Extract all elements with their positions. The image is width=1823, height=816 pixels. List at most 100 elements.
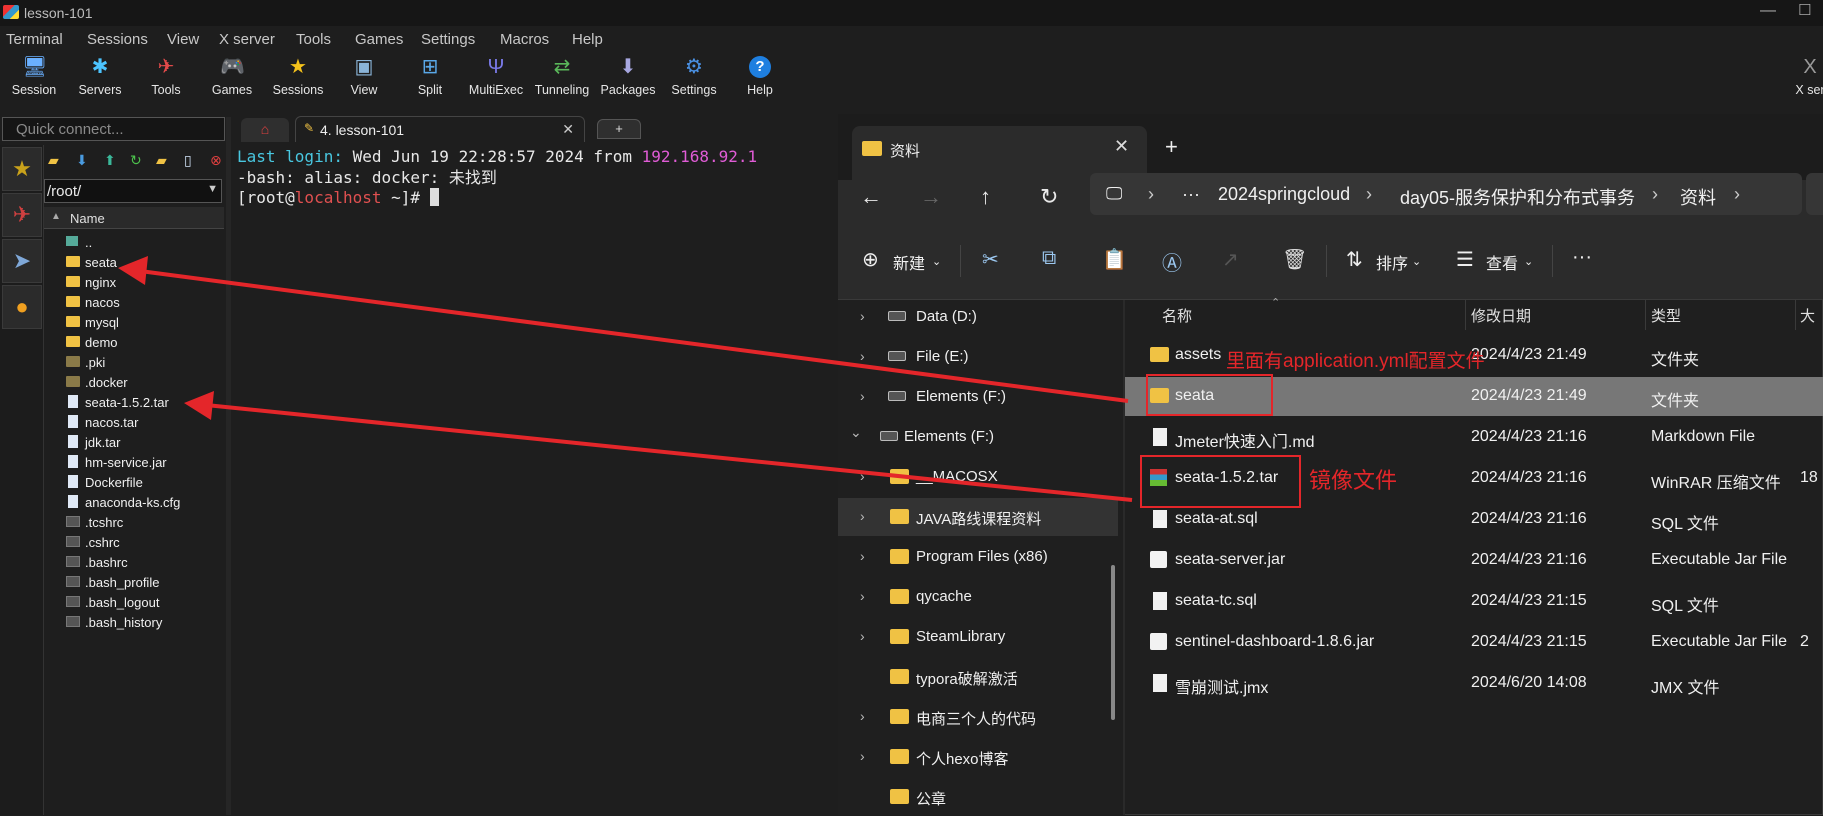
nav-item-elements-f[interactable]: › Elements (F:) xyxy=(838,378,1118,416)
address-bar[interactable]: 🖵 › ··· 2024springcloud › day05-服务保护和分布式… xyxy=(1090,173,1802,215)
menu-help[interactable]: Help xyxy=(572,31,603,48)
nav-item-macosx[interactable]: › __MACOSX xyxy=(838,458,1118,496)
new-file-icon[interactable]: ▯ xyxy=(184,152,192,169)
sftp-file-row[interactable]: .tcshrc xyxy=(44,512,226,532)
toolbar-settings-button[interactable]: ⚙ Settings xyxy=(662,52,726,106)
breadcrumb-2024springcloud[interactable]: 2024springcloud xyxy=(1218,184,1350,205)
delete-icon[interactable]: ⊗ xyxy=(210,152,222,169)
new-tab-button[interactable]: + xyxy=(597,119,641,139)
macros-rail-icon[interactable]: ● xyxy=(2,285,42,329)
nav-item-ecommerce-code[interactable]: › 电商三个人的代码 xyxy=(838,698,1118,736)
chevron-right-icon[interactable]: › xyxy=(860,468,865,484)
menu-games[interactable]: Games xyxy=(355,31,403,48)
menu-view[interactable]: View xyxy=(167,31,199,48)
toolbar-tunneling-button[interactable]: ⇄ Tunneling xyxy=(530,52,594,106)
column-divider[interactable] xyxy=(1465,300,1466,330)
forward-arrow-icon[interactable]: → xyxy=(920,184,942,210)
breadcrumb-day05[interactable]: day05-服务保护和分布式事务 xyxy=(1400,184,1635,210)
nav-item-hexo-blog[interactable]: › 个人hexo博客 xyxy=(838,738,1118,776)
folder-up-icon[interactable]: ▰ xyxy=(48,152,59,169)
explorer-new-tab-button[interactable]: + xyxy=(1165,134,1178,160)
nav-item-seal[interactable]: 公章 xyxy=(838,778,1118,816)
chevron-right-icon[interactable]: › xyxy=(860,708,865,724)
chevron-right-icon[interactable]: › xyxy=(860,508,865,524)
sftp-file-row[interactable]: .bash_logout xyxy=(44,592,226,612)
toolbar-help-button[interactable]: ? Help xyxy=(728,52,792,106)
nav-item-elements-f-expanded[interactable]: ⌄ Elements (F:) xyxy=(838,418,1118,456)
sftp-file-row[interactable]: .. xyxy=(44,232,226,252)
sftp-file-row[interactable]: demo xyxy=(44,332,226,352)
nav-item-qycache[interactable]: › qycache xyxy=(838,578,1118,616)
share-icon[interactable]: ↗ xyxy=(1222,247,1239,272)
chevron-right-icon[interactable]: › xyxy=(860,548,865,564)
sftp-file-row[interactable]: .docker xyxy=(44,372,226,392)
close-tab-icon[interactable]: ✕ xyxy=(562,121,574,138)
download-icon[interactable]: ⬇ xyxy=(76,152,88,169)
file-row-seata-tc-sql[interactable]: seata-tc.sql 2024/4/23 21:15 SQL 文件 xyxy=(1125,582,1823,621)
column-divider[interactable] xyxy=(1645,300,1646,330)
menu-terminal[interactable]: Terminal xyxy=(6,31,63,48)
toolbar-games-button[interactable]: 🎮 Games xyxy=(200,52,264,106)
column-date[interactable]: 修改日期 xyxy=(1471,305,1531,326)
explorer-tab[interactable]: 资料 ✕ xyxy=(852,126,1147,180)
menu-x-server[interactable]: X server xyxy=(219,31,275,48)
chevron-right-icon[interactable]: › xyxy=(860,748,865,764)
tab-lesson-101[interactable]: ✎ 4. lesson-101 ✕ xyxy=(295,116,585,142)
pane-splitter[interactable] xyxy=(226,117,231,815)
sftp-file-row[interactable]: nacos xyxy=(44,292,226,312)
sftp-file-row[interactable]: seata-1.5.2.tar xyxy=(44,392,226,412)
sftp-file-row[interactable]: jdk.tar xyxy=(44,432,226,452)
toolbar-packages-button[interactable]: ⬇ Packages xyxy=(596,52,660,106)
close-icon[interactable]: ✕ xyxy=(1114,136,1129,157)
chevron-right-icon[interactable]: › xyxy=(860,348,865,364)
toolbar-tools-button[interactable]: ✈ Tools xyxy=(134,52,198,106)
new-button[interactable]: 新建 xyxy=(893,250,925,274)
breadcrumb-overflow[interactable]: ··· xyxy=(1182,184,1200,205)
quick-connect-input[interactable]: Quick connect... xyxy=(2,117,225,141)
menu-sessions[interactable]: Sessions xyxy=(87,31,148,48)
toolbar-servers-button[interactable]: ✱ Servers xyxy=(68,52,132,106)
cut-icon[interactable]: ✂ xyxy=(982,247,999,272)
chevron-right-icon[interactable]: › xyxy=(860,588,865,604)
maximize-icon[interactable]: ☐ xyxy=(1798,1,1811,19)
upload-icon[interactable]: ⬆ xyxy=(104,152,116,169)
sessions-star-icon[interactable]: ★ xyxy=(2,147,42,191)
sftp-file-row[interactable]: nginx xyxy=(44,272,226,292)
view-button[interactable]: 查看 xyxy=(1486,250,1518,274)
copy-icon[interactable]: ⧉ xyxy=(1042,247,1056,270)
sftp-file-row[interactable]: .cshrc xyxy=(44,532,226,552)
rename-icon[interactable]: Ⓐ xyxy=(1162,247,1182,276)
refresh-icon[interactable]: ↻ xyxy=(130,152,142,169)
toolbar-sessions-button[interactable]: ★ Sessions xyxy=(266,52,330,106)
sftp-file-row[interactable]: mysql xyxy=(44,312,226,332)
toolbar-session-button[interactable]: 🖥 Session xyxy=(2,52,66,106)
sftp-file-row[interactable]: .bash_history xyxy=(44,612,226,632)
column-size[interactable]: 大 xyxy=(1800,305,1815,326)
more-options-button[interactable]: ··· xyxy=(1572,246,1592,269)
delete-icon[interactable]: 🗑 xyxy=(1282,247,1307,272)
up-arrow-icon[interactable]: ↑ xyxy=(980,184,991,210)
nav-item-file-e[interactable]: › File (E:) xyxy=(838,338,1118,376)
file-row-jmx[interactable]: 雪崩测试.jmx 2024/6/20 14:08 JMX 文件 xyxy=(1125,664,1823,703)
chevron-right-icon[interactable]: › xyxy=(860,308,865,324)
sftp-file-row[interactable]: anaconda-ks.cfg xyxy=(44,492,226,512)
menu-settings[interactable]: Settings xyxy=(421,31,475,48)
refresh-icon[interactable]: ↻ xyxy=(1040,184,1058,210)
sftp-rail-icon[interactable]: ➤ xyxy=(2,239,42,283)
column-type[interactable]: 类型 xyxy=(1651,305,1681,326)
minimize-icon[interactable]: — xyxy=(1760,2,1776,20)
sftp-name-column-header[interactable]: ▲ Name xyxy=(44,207,224,229)
toolbar-xserver-button[interactable]: XX ser xyxy=(1790,52,1823,106)
column-name[interactable]: 名称 xyxy=(1162,305,1192,326)
column-divider[interactable] xyxy=(1795,300,1796,330)
sftp-file-row[interactable]: nacos.tar xyxy=(44,412,226,432)
toolbar-split-button[interactable]: ⊞ Split xyxy=(398,52,462,106)
sftp-path-select[interactable]: /root/ ▼ xyxy=(44,179,222,203)
home-tab[interactable]: ⌂ xyxy=(241,118,289,142)
file-row-sentinel-jar[interactable]: sentinel-dashboard-1.8.6.jar 2024/4/23 21… xyxy=(1125,623,1823,662)
breadcrumb-ziliao[interactable]: 资料 xyxy=(1680,184,1716,210)
nav-item-program-files[interactable]: › Program Files (x86) xyxy=(838,538,1118,576)
terminal-output[interactable]: Last login: Wed Jun 19 22:28:57 2024 fro… xyxy=(233,143,838,815)
toolbar-multiexec-button[interactable]: Ψ MultiExec xyxy=(464,52,528,106)
search-box[interactable] xyxy=(1806,173,1823,215)
